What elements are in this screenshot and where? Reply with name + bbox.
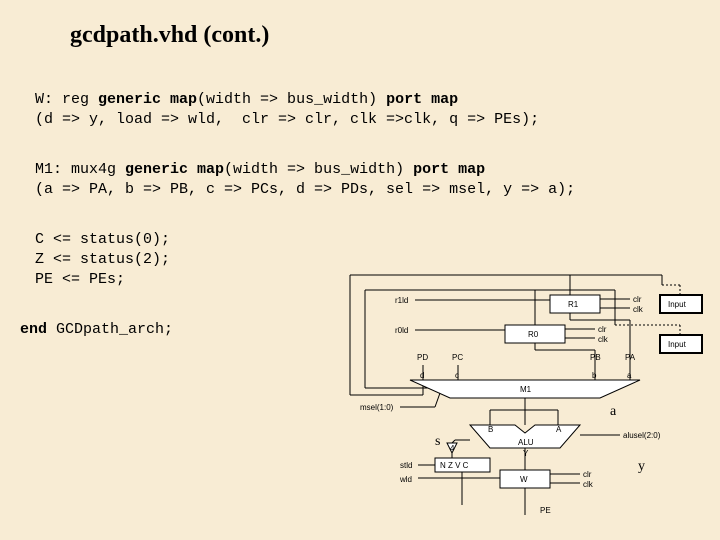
code-line-7: PE <= PEs; [35,270,125,290]
r1ld-label: r1ld [395,296,408,305]
pd-label: PD [417,353,428,362]
wld-label: wld [399,475,412,484]
clr1-label: clr [633,295,642,304]
alusel-label: alusel(2:0) [623,431,661,440]
clk3-label: clk [583,480,594,489]
input2-label: Input [668,340,687,349]
clk2-label: clk [598,335,609,344]
clr2-label: clr [598,325,607,334]
mb-label: b [592,371,597,380]
code-line-4: (a => PA, b => PB, c => PCs, d => PDs, s… [35,180,575,200]
s-annotation: s [435,434,440,449]
alu-a-label: A [556,425,562,434]
r1-label: R1 [568,300,579,309]
block-diagram: R1 r1ld clr clk Input R0 r0ld clr clk In… [340,270,710,535]
alu-y-label: Y [523,449,529,458]
pe-label: PE [540,506,551,515]
tri-label: 4 [450,444,455,453]
code-line-6: Z <= status(2); [35,250,170,270]
pc-label: PC [452,353,463,362]
code-line-1: W: reg generic map(width => bus_width) p… [35,90,458,110]
mc-label: c [455,371,459,380]
m1-label: M1 [520,385,532,394]
a-annotation: a [610,404,617,419]
alu-label: ALU [518,438,534,447]
alu-b-label: B [488,425,493,434]
code-line-5: C <= status(0); [35,230,170,250]
page-title: gcdpath.vhd (cont.) [70,22,269,49]
input1-label: Input [668,300,687,309]
w-label: W [520,475,528,484]
clr3-label: clr [583,470,592,479]
y-annotation: y [638,459,645,474]
code-line-3: M1: mux4g generic map(width => bus_width… [35,160,485,180]
nzvc-label: N Z V C [440,461,469,470]
msel-label: msel(1:0) [360,403,394,412]
r0ld-label: r0ld [395,326,408,335]
code-line-8: end GCDpath_arch; [20,320,173,340]
md-label: d [420,371,424,380]
stld-label: stld [400,461,412,470]
r0-label: R0 [528,330,539,339]
ma-label: a [627,371,632,380]
code-line-2: (d => y, load => wld, clr => clr, clk =>… [35,110,539,130]
clk1-label: clk [633,305,644,314]
